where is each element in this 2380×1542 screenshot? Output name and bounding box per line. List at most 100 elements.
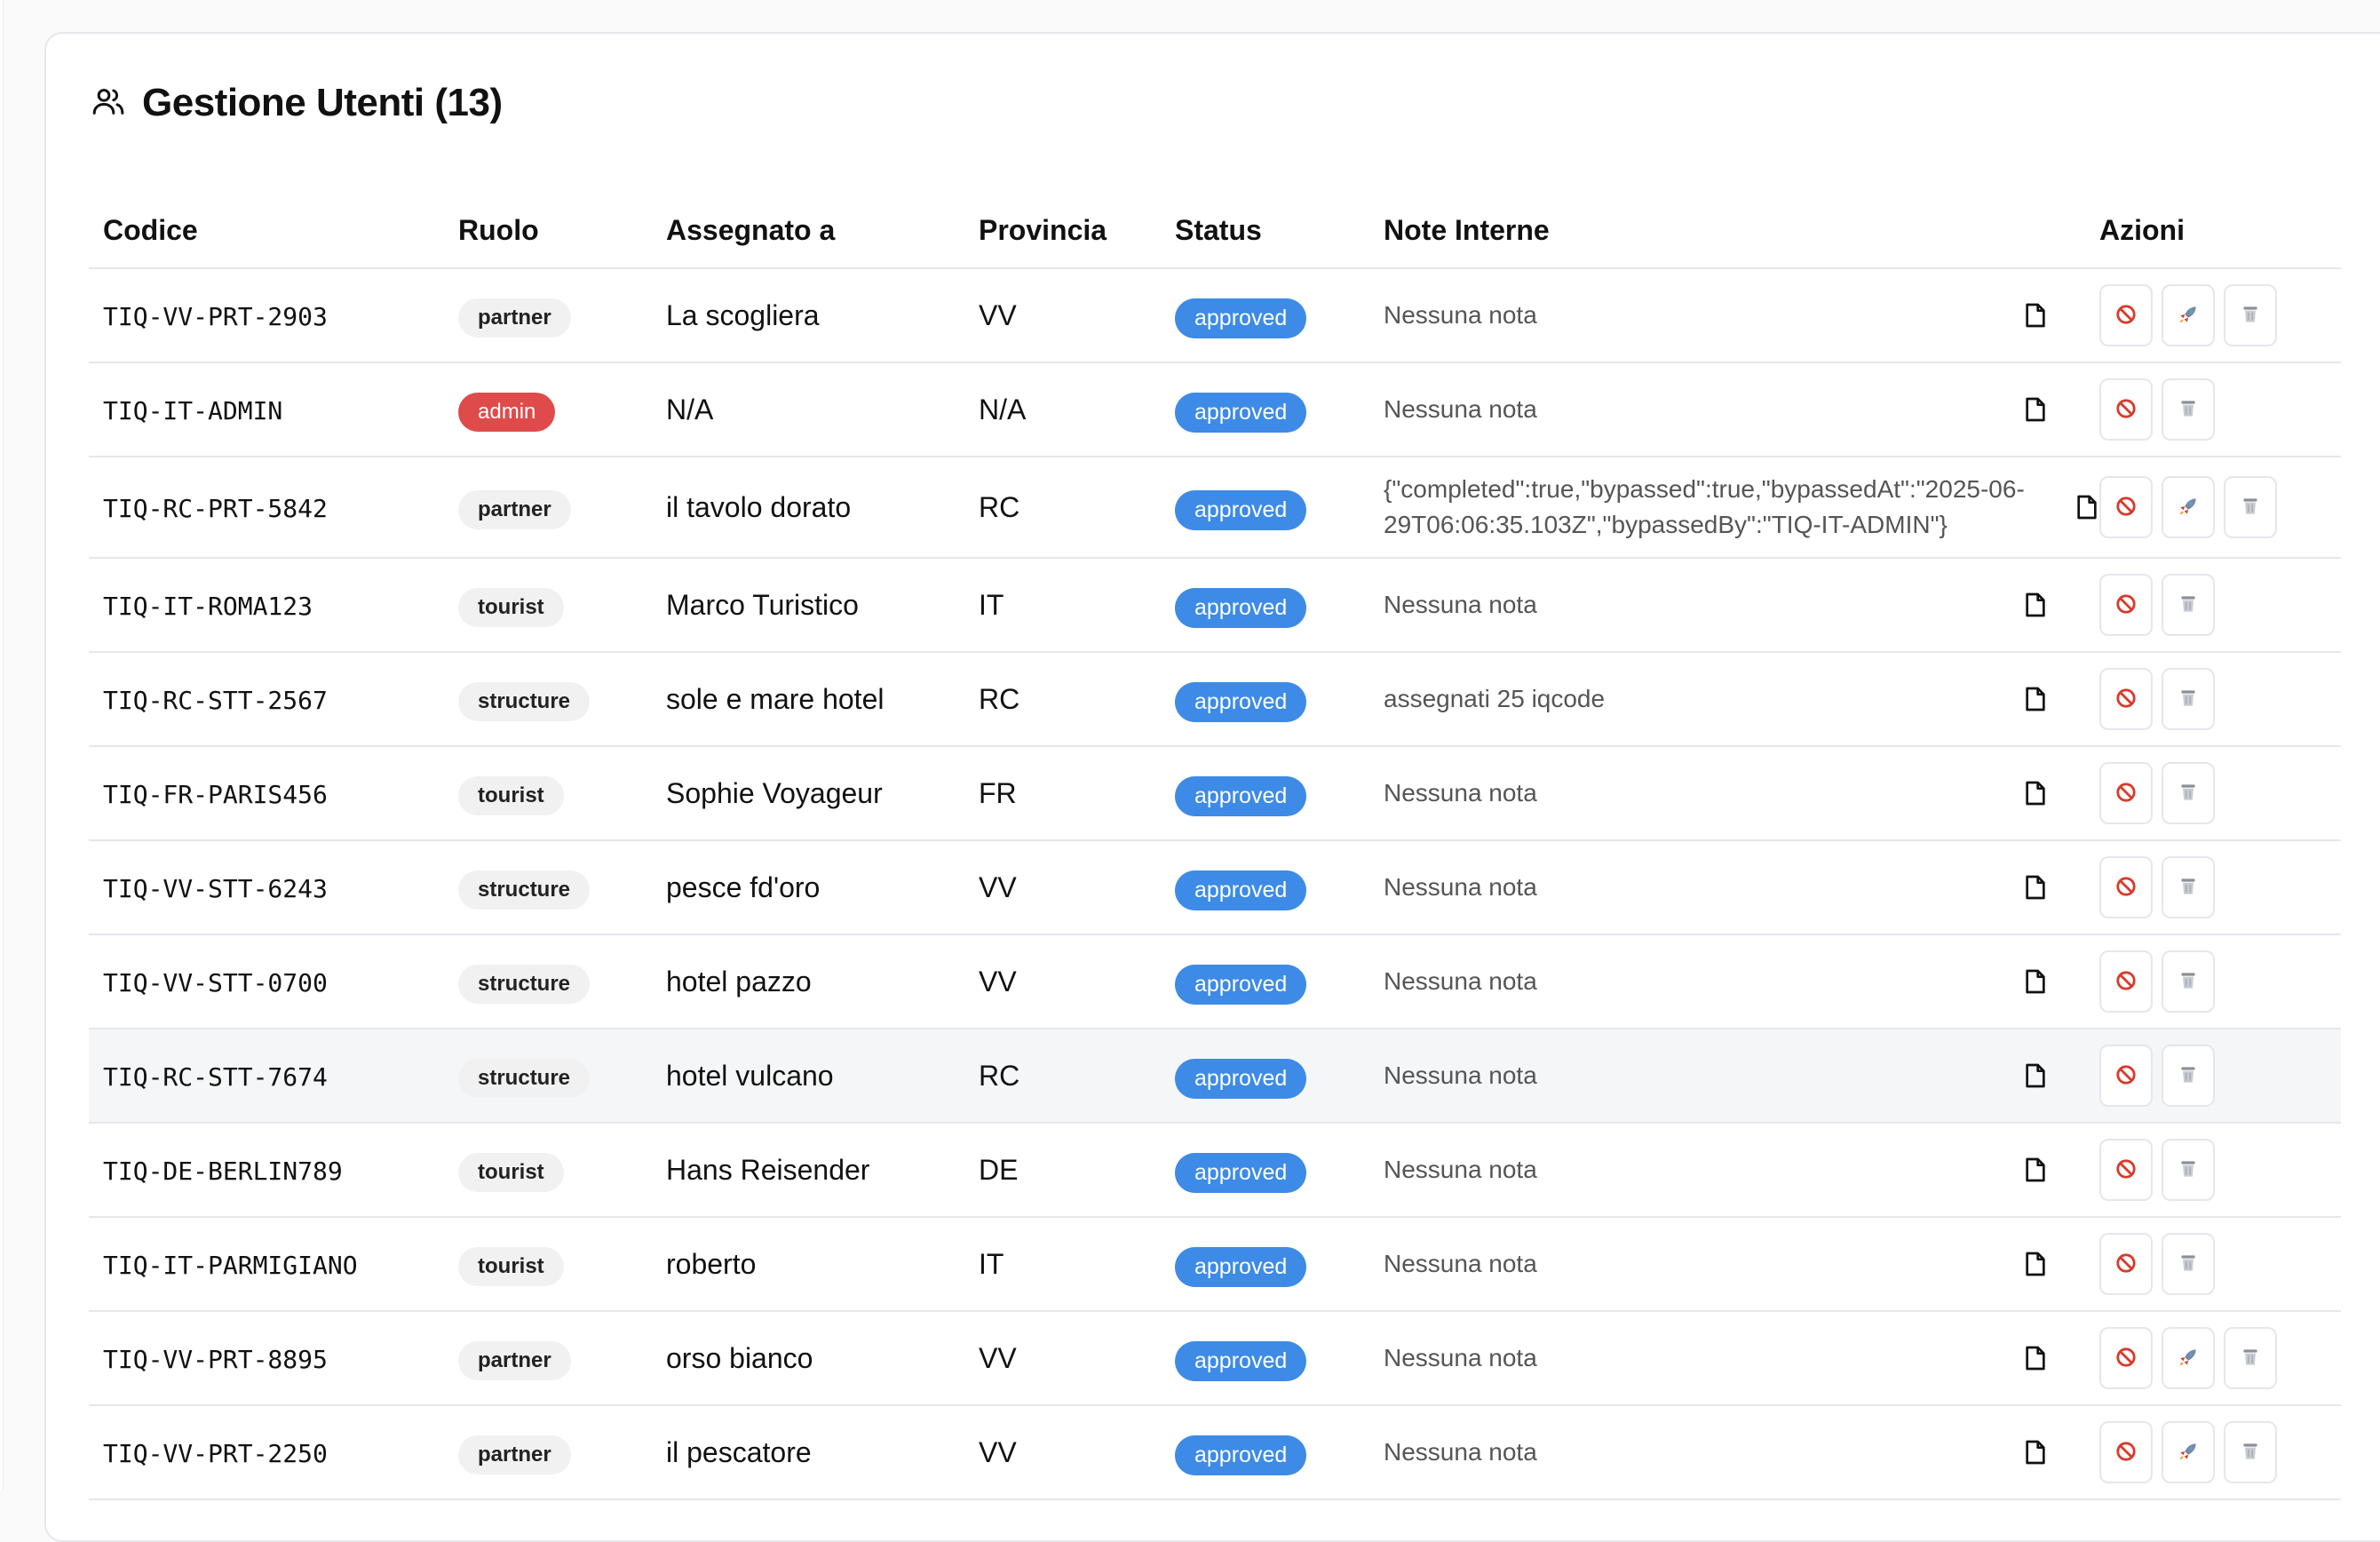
block-user-button[interactable] [2099, 950, 2153, 1013]
delete-user-button[interactable] [2162, 762, 2215, 824]
block-user-button[interactable] [2099, 1327, 2153, 1389]
cell-role: structure [444, 840, 652, 935]
block-user-button[interactable] [2099, 284, 2153, 346]
block-icon [2114, 687, 2138, 712]
col-header-codice[interactable]: Codice [89, 194, 444, 269]
cell-status: approved [1161, 746, 1369, 841]
bypass-onboarding-button[interactable] [2162, 1421, 2215, 1483]
edit-note-icon[interactable] [2021, 1250, 2050, 1278]
cell-status: approved [1161, 268, 1369, 363]
cell-status: approved [1161, 1217, 1369, 1312]
trash-icon [2177, 1252, 2200, 1277]
trash-icon [2239, 1440, 2262, 1466]
note-text: Nessuna nota [1384, 1061, 1537, 1089]
cell-role: tourist [444, 746, 652, 841]
role-badge: tourist [458, 1153, 564, 1192]
note-text: assegnati 25 iqcode [1384, 685, 1606, 712]
status-badge: approved [1175, 964, 1307, 1005]
edit-note-icon[interactable] [2021, 779, 2050, 807]
edit-note-icon[interactable] [2021, 1344, 2050, 1372]
trash-icon [2177, 875, 2200, 901]
note-text: Nessuna nota [1384, 1156, 1537, 1183]
delete-user-button[interactable] [2162, 1233, 2215, 1295]
role-badge: partner [458, 1435, 571, 1474]
rocket-icon [2177, 1440, 2200, 1466]
delete-user-button[interactable] [2162, 668, 2215, 730]
block-icon [2114, 1252, 2138, 1277]
edit-note-icon[interactable] [2021, 395, 2050, 424]
cell-code: TIQ-RC-STT-7674 [89, 1029, 444, 1124]
bypass-onboarding-button[interactable] [2162, 284, 2215, 346]
user-code: TIQ-VV-PRT-2250 [103, 1438, 328, 1468]
note-text: Nessuna nota [1384, 1250, 1537, 1277]
block-user-button[interactable] [2099, 574, 2153, 636]
delete-user-button[interactable] [2224, 476, 2277, 538]
bypass-onboarding-button[interactable] [2162, 476, 2215, 538]
role-badge: tourist [458, 776, 564, 815]
cell-province: DE [964, 1123, 1161, 1218]
user-code: TIQ-RC-PRT-5842 [103, 493, 328, 523]
cell-province: VV [964, 1311, 1161, 1406]
block-user-button[interactable] [2099, 378, 2153, 441]
cell-actions [2085, 362, 2341, 457]
block-user-button[interactable] [2099, 762, 2153, 824]
edit-note-icon[interactable] [2021, 685, 2050, 713]
delete-user-button[interactable] [2162, 378, 2215, 441]
delete-user-button[interactable] [2224, 1327, 2277, 1389]
user-code: TIQ-VV-STT-6243 [103, 873, 328, 903]
cell-note: Nessuna nota [1369, 1311, 2085, 1406]
note-text: Nessuna nota [1384, 1344, 1537, 1371]
cell-note: Nessuna nota [1369, 362, 2085, 457]
block-user-button[interactable] [2099, 1139, 2153, 1201]
delete-user-button[interactable] [2162, 574, 2215, 636]
table-row: TIQ-RC-STT-7674 structure hotel vulcano … [89, 1029, 2341, 1124]
role-badge: structure [458, 870, 591, 910]
cell-actions [2085, 652, 2341, 747]
block-user-button[interactable] [2099, 1045, 2153, 1107]
cell-status: approved [1161, 840, 1369, 935]
cell-status: approved [1161, 652, 1369, 747]
edit-note-icon[interactable] [2021, 1438, 2050, 1466]
block-user-button[interactable] [2099, 476, 2153, 538]
block-user-button[interactable] [2099, 856, 2153, 918]
col-header-status[interactable]: Status [1161, 194, 1369, 269]
cell-actions [2085, 268, 2341, 363]
user-code: TIQ-RC-STT-7674 [103, 1061, 328, 1092]
col-header-assegnato[interactable]: Assegnato a [652, 194, 964, 269]
block-icon [2114, 397, 2138, 423]
edit-note-icon[interactable] [2021, 1156, 2050, 1184]
table-row: TIQ-RC-PRT-5842 partner il tavolo dorato… [89, 457, 2341, 559]
cell-note: Nessuna nota [1369, 268, 2085, 363]
cell-code: TIQ-VV-STT-6243 [89, 840, 444, 935]
edit-note-icon[interactable] [2073, 493, 2101, 521]
col-header-ruolo[interactable]: Ruolo [444, 194, 652, 269]
user-code: TIQ-VV-PRT-2903 [103, 301, 328, 331]
col-header-note[interactable]: Note Interne [1369, 194, 2085, 269]
role-badge: partner [458, 1341, 571, 1380]
delete-user-button[interactable] [2224, 284, 2277, 346]
delete-user-button[interactable] [2224, 1421, 2277, 1483]
edit-note-icon[interactable] [2021, 1061, 2050, 1090]
cell-role: partner [444, 1311, 652, 1406]
edit-note-icon[interactable] [2021, 967, 2050, 996]
delete-user-button[interactable] [2162, 950, 2215, 1013]
col-header-provincia[interactable]: Provincia [964, 194, 1161, 269]
edit-note-icon[interactable] [2021, 591, 2050, 619]
cell-status: approved [1161, 558, 1369, 653]
block-icon [2114, 1346, 2138, 1371]
card-header: Gestione Utenti (13) [91, 76, 503, 130]
cell-role: admin [444, 362, 652, 457]
bypass-onboarding-button[interactable] [2162, 1327, 2215, 1389]
delete-user-button[interactable] [2162, 1045, 2215, 1107]
user-code: TIQ-IT-PARMIGIANO [103, 1250, 358, 1280]
cell-status: approved [1161, 934, 1369, 1029]
edit-note-icon[interactable] [2021, 873, 2050, 902]
delete-user-button[interactable] [2162, 856, 2215, 918]
block-user-button[interactable] [2099, 1421, 2153, 1483]
cell-assigned: roberto [652, 1217, 964, 1312]
delete-user-button[interactable] [2162, 1139, 2215, 1201]
status-badge: approved [1175, 1058, 1307, 1099]
block-user-button[interactable] [2099, 1233, 2153, 1295]
block-user-button[interactable] [2099, 668, 2153, 730]
edit-note-icon[interactable] [2021, 301, 2050, 330]
